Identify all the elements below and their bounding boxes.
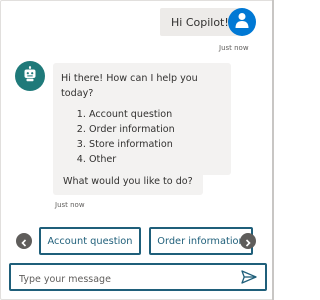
option-item: Account question xyxy=(89,107,221,122)
bot-message-options: Hi there! How can I help you today? Acco… xyxy=(53,63,231,175)
bot-message-timestamp: Just now xyxy=(55,201,85,209)
bot-avatar xyxy=(15,61,45,91)
person-icon xyxy=(235,12,249,32)
chevron-left-icon xyxy=(20,232,28,251)
options-list: Account question Order information Store… xyxy=(61,107,221,167)
bot-message-followup: What would you like to do? xyxy=(53,167,203,195)
bot-followup-text: What would you like to do? xyxy=(63,175,193,187)
bot-greeting-text: Hi there! How can I help you today? xyxy=(61,73,198,99)
send-icon xyxy=(241,269,257,288)
window-edge xyxy=(272,0,274,300)
robot-icon xyxy=(22,66,38,86)
user-avatar xyxy=(228,8,256,36)
option-item: Store information xyxy=(89,137,221,152)
chat-window: Hi Copilot! Just now Hi there! How can I… xyxy=(0,0,274,300)
user-message-text: Hi Copilot! xyxy=(171,15,229,29)
send-button[interactable] xyxy=(240,269,258,287)
option-item: Order information xyxy=(89,122,221,137)
suggested-action-label: Account question xyxy=(47,235,133,247)
user-message-timestamp: Just now xyxy=(219,44,249,52)
carousel-prev-button[interactable] xyxy=(16,233,32,249)
option-item: Other xyxy=(89,152,221,167)
suggested-action-account-question[interactable]: Account question xyxy=(39,227,141,255)
message-input[interactable] xyxy=(17,269,231,289)
suggested-action-order-information[interactable]: Order information xyxy=(149,227,253,255)
message-input-bar xyxy=(9,263,267,291)
chevron-right-icon xyxy=(244,232,252,251)
suggested-action-label: Order information xyxy=(157,235,245,247)
carousel-next-button[interactable] xyxy=(240,233,256,249)
